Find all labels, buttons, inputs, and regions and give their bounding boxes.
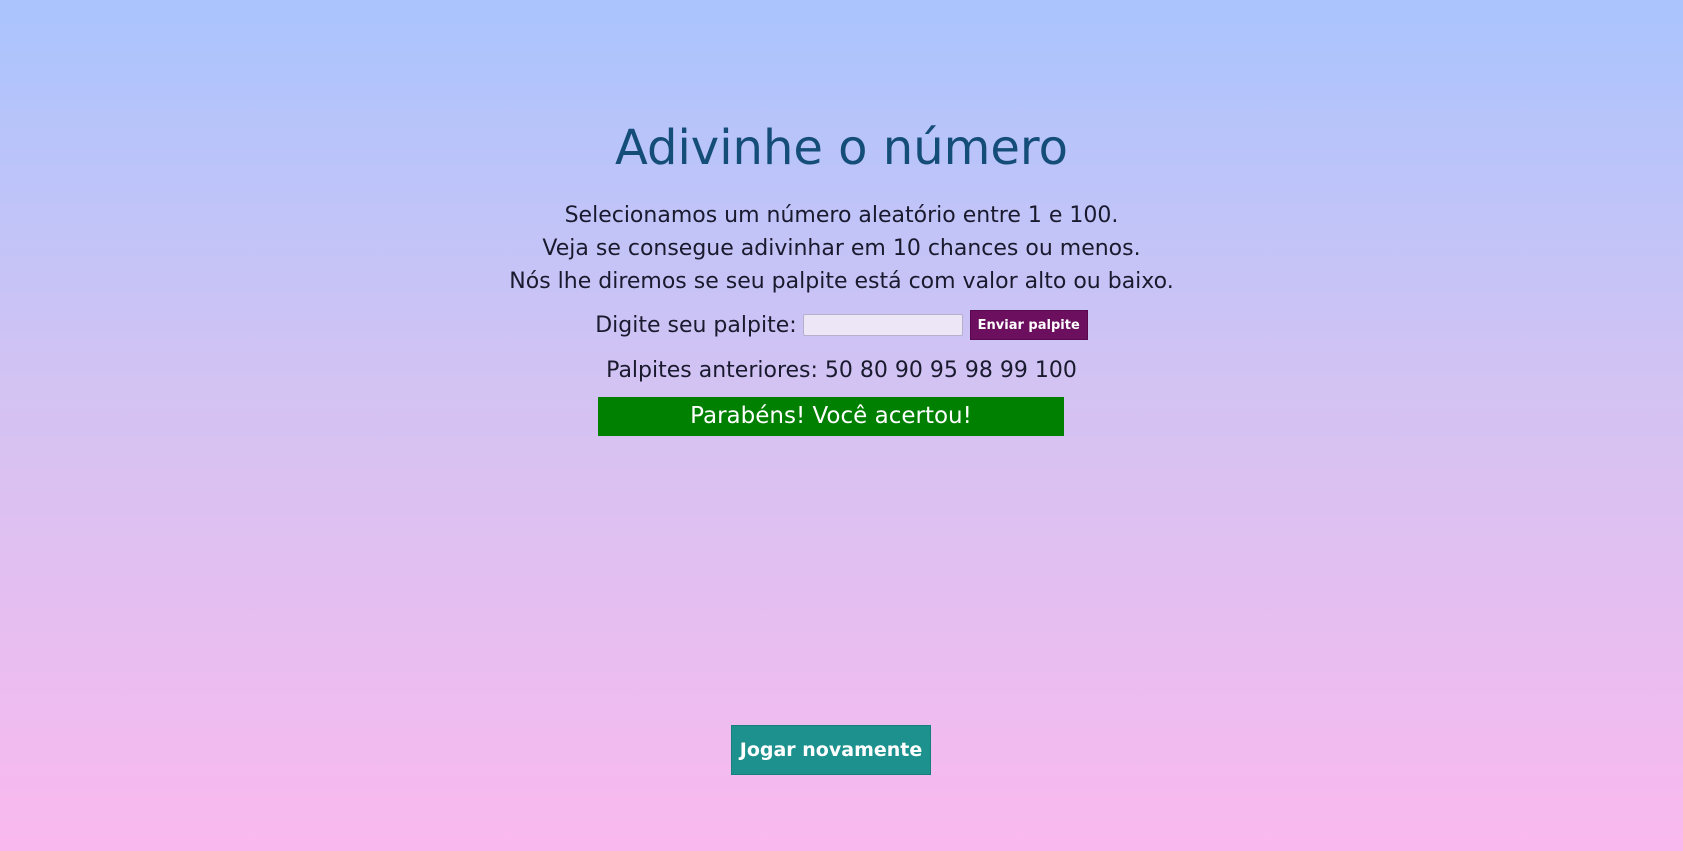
guess-form: Digite seu palpite: Enviar palpite bbox=[0, 310, 1683, 340]
intro-line: Nós lhe diremos se seu palpite está com … bbox=[509, 269, 1174, 294]
intro-text: Selecionamos um número aleatório entre 1… bbox=[0, 199, 1683, 298]
guess-input[interactable] bbox=[802, 314, 963, 336]
previous-guesses: Palpites anteriores: 50 80 90 95 98 99 1… bbox=[606, 358, 1077, 383]
intro-line: Selecionamos um número aleatório entre 1… bbox=[564, 203, 1119, 228]
result-banner: Parabéns! Você acertou! bbox=[598, 397, 1064, 436]
play-again-button[interactable]: Jogar novamente bbox=[731, 725, 931, 775]
guess-label: Digite seu palpite: bbox=[595, 312, 797, 338]
submit-guess-button[interactable]: Enviar palpite bbox=[969, 310, 1088, 340]
page-title: Adivinhe o número bbox=[615, 120, 1068, 176]
intro-line: Veja se consegue adivinhar em 10 chances… bbox=[542, 236, 1141, 261]
